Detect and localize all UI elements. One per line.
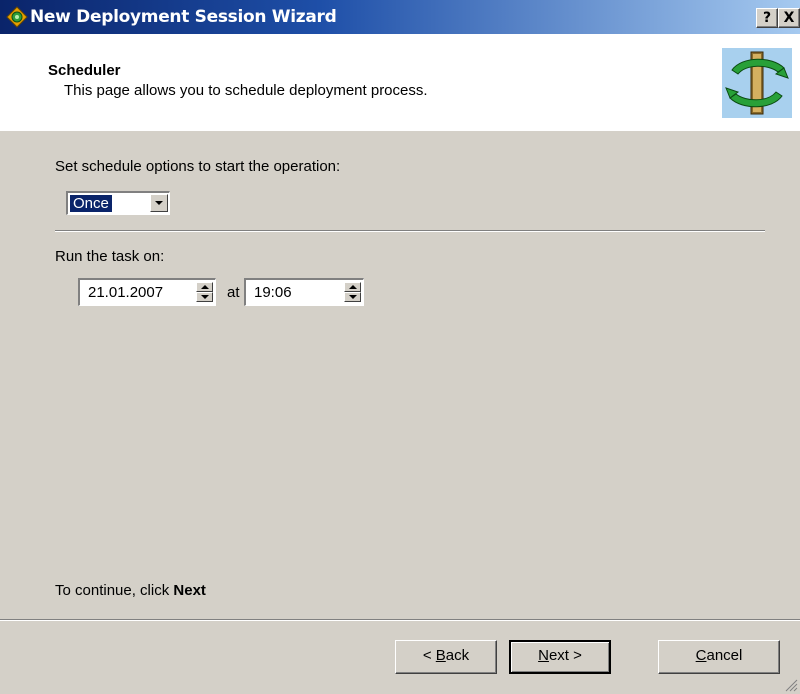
back-button[interactable]: < Back xyxy=(395,640,497,674)
run-time-value: 19:06 xyxy=(254,284,292,301)
section-divider xyxy=(55,230,765,232)
date-up-arrow-icon[interactable] xyxy=(196,282,213,292)
next-button[interactable]: Next > xyxy=(509,640,611,674)
run-date-picker[interactable]: 21.01.2007 xyxy=(78,278,216,306)
page-title: Scheduler xyxy=(48,62,121,79)
run-date-value: 21.01.2007 xyxy=(88,284,164,301)
wizard-header: Scheduler This page allows you to schedu… xyxy=(0,34,800,131)
run-task-label: Run the task on: xyxy=(55,248,165,265)
resize-grip-icon[interactable] xyxy=(784,678,798,692)
wizard-window: New Deployment Session Wizard ? X Schedu… xyxy=(0,0,800,694)
page-subtitle: This page allows you to schedule deploym… xyxy=(64,82,428,99)
schedule-options-label: Set schedule options to start the operat… xyxy=(55,158,341,175)
at-label: at xyxy=(227,284,240,301)
window-title: New Deployment Session Wizard xyxy=(30,7,337,27)
footer-divider xyxy=(0,619,800,621)
time-up-arrow-icon[interactable] xyxy=(344,282,361,292)
cancel-button[interactable]: Cancel xyxy=(658,640,780,674)
run-time-picker[interactable]: 19:06 xyxy=(244,278,364,306)
close-button[interactable]: X xyxy=(778,8,800,28)
continue-hint-next: Next xyxy=(173,582,206,599)
help-button[interactable]: ? xyxy=(756,8,778,28)
dropdown-arrow-icon[interactable] xyxy=(150,194,168,212)
time-down-arrow-icon[interactable] xyxy=(344,292,361,302)
schedule-frequency-select[interactable]: Once xyxy=(66,191,170,215)
scheduler-icon xyxy=(722,48,792,118)
schedule-frequency-value: Once xyxy=(69,194,113,213)
continue-hint: To continue, click Next xyxy=(55,582,206,599)
wizard-app-icon xyxy=(6,6,28,28)
date-down-arrow-icon[interactable] xyxy=(196,292,213,302)
title-bar[interactable]: New Deployment Session Wizard ? X xyxy=(0,0,800,34)
